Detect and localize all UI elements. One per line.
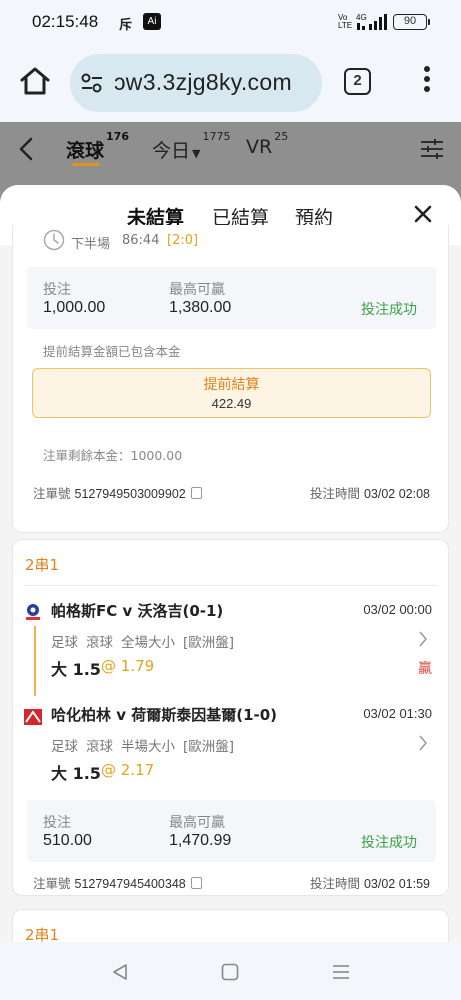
status-time: 02:15:48 [32,12,99,31]
bet-card[interactable]: 下半場 86:44 [2:0] 投注 1,000.00 最高可贏 1,380.0… [12,225,449,533]
address-bar[interactable]: ɔw3.3zjg8ky.com [70,54,322,112]
cashout-label: 提前結算 [203,377,260,393]
parlay-type: 2串1 [25,556,60,574]
market-info: 足球 滾球 全場大小 [歐洲盤] [51,635,235,651]
copy-icon[interactable] [190,487,202,499]
match-period: 下半場 [71,237,111,252]
market-info: 足球 滾球 半場大小 [歐洲盤] [51,739,235,755]
divider [25,585,438,586]
site-settings-icon[interactable] [80,72,104,94]
odds: @ 1.79 [101,657,155,675]
team-logo-icon [26,604,40,620]
order-number: 注單號 5127949503009902 [33,483,202,502]
order-number: 注單號 5127947945400348 [33,873,202,892]
match-time: 03/02 01:30 [363,706,432,721]
tab-switcher-button[interactable]: 2 [344,68,371,95]
match-name: 哈化柏林 v 荷爾斯泰因基爾(1-0) [51,706,278,724]
match-name: 帕格斯FC v 沃洛吉(0-1) [51,602,224,620]
stake-value: 510.00 [43,832,92,849]
stake-value: 1,000.00 [43,299,106,316]
chevron-right-icon[interactable] [418,630,428,648]
match-time: 03/02 00:00 [363,602,432,617]
recents-icon[interactable] [331,962,351,982]
close-icon[interactable] [413,204,433,224]
max-win-label: 最高可贏 [169,815,225,831]
ai-icon: Ai [143,13,161,30]
stake-label: 投注 [43,282,71,298]
bet-time: 投注時間 03/02 01:59 [309,876,430,891]
cashout-button[interactable]: 提前結算 422.49 [32,368,431,418]
team-logo-icon [24,709,42,725]
cashout-value: 422.49 [211,396,252,411]
selection: 大 1.5 [51,764,101,783]
browser-toolbar: ɔw3.3zjg8ky.com 2 [0,44,461,122]
home-icon[interactable] [18,64,52,98]
home-nav-icon[interactable] [220,962,240,982]
parlay-connector [34,626,36,696]
chevron-right-icon[interactable] [418,734,428,752]
status-badge: 投注成功 [361,302,417,318]
volte-icon: Vo LTE [338,13,353,30]
browser-menu-icon[interactable] [419,64,435,100]
url-text[interactable]: ɔw3.3zjg8ky.com [114,69,292,96]
battery-icon: 90 [393,14,430,30]
game-tabs: 滾球 176 今日 ▼ 1775 VR 25 [0,122,461,182]
remaining-principal: 注單剩餘本金：1000.00 [43,448,183,463]
copy-icon[interactable] [190,877,202,889]
max-win-value: 1,380.00 [169,299,232,316]
max-win-value: 1,470.99 [169,832,232,849]
clock-icon [43,229,65,251]
stake-label: 投注 [43,815,71,831]
status-bar: 02:15:48 斥 Ai Vo LTE 4G 90 [0,0,461,44]
parlay-leg[interactable]: 哈化柏林 v 荷爾斯泰因基爾(1-0) 03/02 01:30 足球 滾球 半場大小… [13,704,450,800]
chevron-down-icon: ▼ [192,147,201,160]
back-icon[interactable] [110,962,130,982]
result-badge: 贏 [418,661,432,677]
odds: @ 2.17 [101,761,155,779]
max-win-label: 最高可贏 [169,282,225,298]
status-badge: 投注成功 [361,835,417,851]
bet-card[interactable]: 2串1 [12,909,449,942]
filter-icon[interactable] [420,138,444,160]
parlay-type: 2串1 [25,926,60,942]
back-arrow-icon[interactable] [16,136,38,162]
tab-vr[interactable]: VR 25 [246,130,288,158]
bet-records-sheet: 未結算 已結算 預約 下半場 86:44 [2:0] 投注 1,000.00 最… [0,185,461,942]
svg-text:4G: 4G [356,13,367,22]
stake-box: 投注 1,000.00 最高可贏 1,380.00 投注成功 [27,267,436,329]
bet-time: 投注時間 03/02 02:08 [309,486,430,501]
tab-today[interactable]: 今日 ▼ 1775 [152,130,230,163]
match-minute: 86:44 [122,233,160,248]
system-nav-bar [0,942,461,1000]
parlay-leg[interactable]: 帕格斯FC v 沃洛吉(0-1) 03/02 00:00 足球 滾球 全場大小 [歐洲… [13,600,450,696]
app-notification-icon: 斥 [119,18,133,33]
bet-card[interactable]: 2串1 帕格斯FC v 沃洛吉(0-1) 03/02 00:00 足球 滾球 全場大… [12,539,449,896]
match-score: [2:0] [167,233,199,248]
signal-icon: 4G [356,13,387,30]
tab-live[interactable]: 滾球 176 [66,130,129,166]
stake-box: 投注 510.00 最高可贏 1,470.99 投注成功 [27,800,436,862]
cashout-note: 提前結算金額已包含本金 [43,344,181,359]
selection: 大 1.5 [51,660,101,679]
